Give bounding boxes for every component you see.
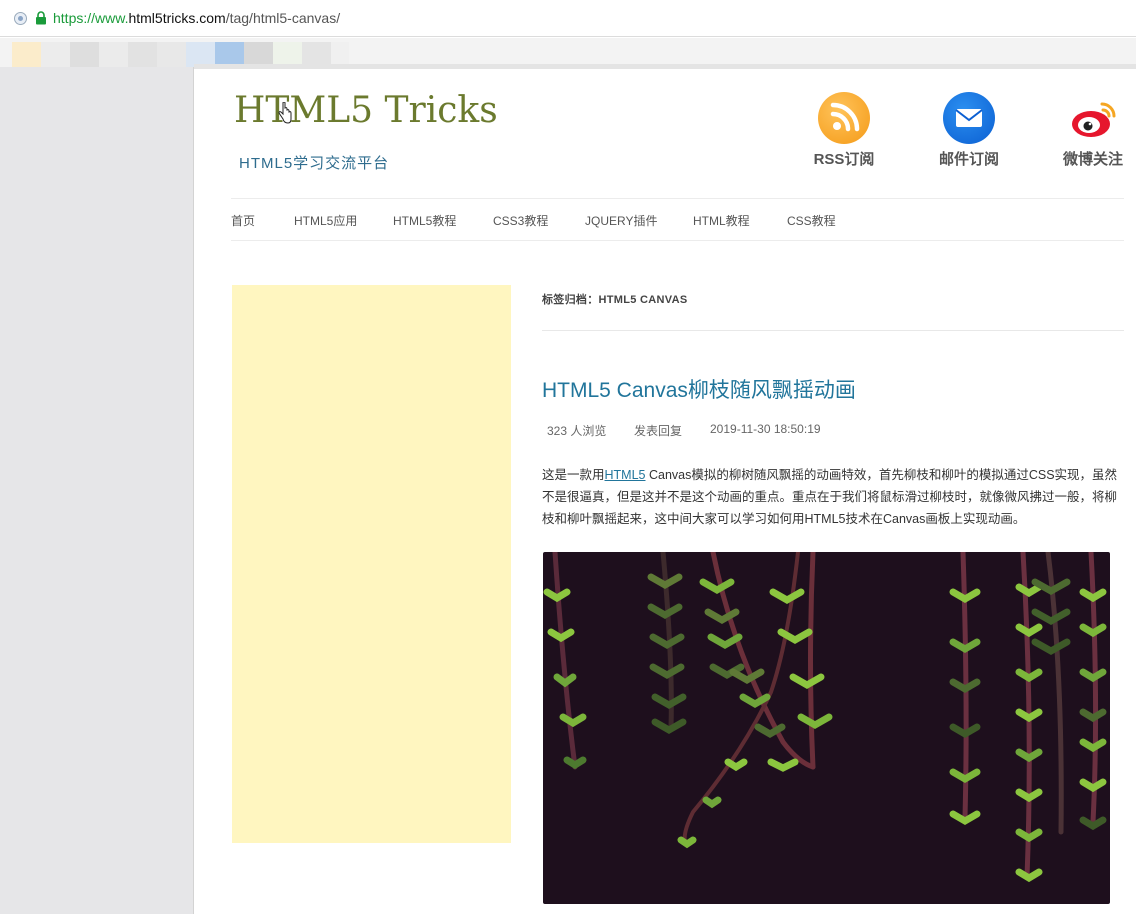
weibo-label: 微博关注 xyxy=(1062,151,1123,168)
weibo-follow-button[interactable]: 微博关注 xyxy=(1048,92,1136,169)
bookmark-tile[interactable] xyxy=(12,42,41,67)
post-views: 323 人浏览 xyxy=(547,424,607,438)
bookmark-tile[interactable] xyxy=(157,42,186,67)
lock-icon xyxy=(36,11,46,25)
divider xyxy=(542,330,1124,331)
hand-cursor-icon xyxy=(278,102,292,124)
site-title[interactable]: HTML5 Tricks xyxy=(234,90,498,131)
nav-item-jquery-plugins[interactable]: JQUERY插件 xyxy=(585,212,657,229)
mail-label: 邮件订阅 xyxy=(938,151,999,168)
archive-tag: HTML5 CANVAS xyxy=(598,294,688,306)
post-reply-link[interactable]: 发表回复 xyxy=(634,422,682,439)
nav-item-html5-apps[interactable]: HTML5应用 xyxy=(294,212,357,229)
rss-icon xyxy=(818,92,870,144)
mail-subscribe-button[interactable]: 邮件订阅 xyxy=(924,92,1014,169)
url-path: /tag/html5-canvas/ xyxy=(225,10,341,26)
willow-illustration xyxy=(543,552,1107,883)
main-nav: 首页 HTML5应用 HTML5教程 CSS3教程 JQUERY插件 HTML教… xyxy=(231,198,1124,241)
rss-subscribe-button[interactable]: RSS订阅 xyxy=(799,92,889,169)
url-text[interactable]: https://www.html5tricks.com/tag/html5-ca… xyxy=(53,10,340,26)
post-preview-image[interactable] xyxy=(543,552,1110,904)
archive-label: 标签归档： xyxy=(542,294,599,306)
mail-icon xyxy=(943,92,995,144)
left-background-rail xyxy=(0,67,194,914)
url-scheme: https://www. xyxy=(53,10,129,26)
post-excerpt: 这是一款用HTML5 Canvas模拟的柳树随风飘摇的动画特效，首先柳枝和柳叶的… xyxy=(542,464,1124,530)
bookmark-tile[interactable] xyxy=(128,42,157,67)
sidebar-ad-block[interactable] xyxy=(232,285,511,843)
bookmark-tile[interactable] xyxy=(70,42,99,67)
weibo-icon xyxy=(1067,92,1119,144)
url-host: html5tricks.com xyxy=(128,10,226,26)
rss-label: RSS订阅 xyxy=(813,151,875,168)
site-info-icon[interactable] xyxy=(14,12,27,25)
bookmark-tile[interactable] xyxy=(41,42,70,67)
address-bar[interactable]: https://www.html5tricks.com/tag/html5-ca… xyxy=(0,0,1136,37)
excerpt-html5-link[interactable]: HTML5 xyxy=(605,468,646,482)
excerpt-text-before: 这是一款用 xyxy=(542,468,605,482)
archive-title: 标签归档：HTML5 CANVAS xyxy=(542,291,687,307)
post-title-link[interactable]: HTML5 Canvas柳枝随风飘摇动画 xyxy=(542,374,856,404)
bookmarks-bar xyxy=(0,38,1136,67)
nav-item-css3-tutorial[interactable]: CSS3教程 xyxy=(493,212,548,229)
site-tagline: HTML5学习交流平台 xyxy=(239,155,390,172)
post-date: 2019-11-30 18:50:19 xyxy=(710,422,821,436)
nav-item-css-tutorial[interactable]: CSS教程 xyxy=(787,212,836,229)
nav-item-html-tutorial[interactable]: HTML教程 xyxy=(693,212,750,229)
nav-item-html5-tutorial[interactable]: HTML5教程 xyxy=(393,212,456,229)
bookmark-tile[interactable] xyxy=(99,42,128,67)
page-top-strip xyxy=(194,64,1136,69)
nav-item-home[interactable]: 首页 xyxy=(231,212,255,229)
